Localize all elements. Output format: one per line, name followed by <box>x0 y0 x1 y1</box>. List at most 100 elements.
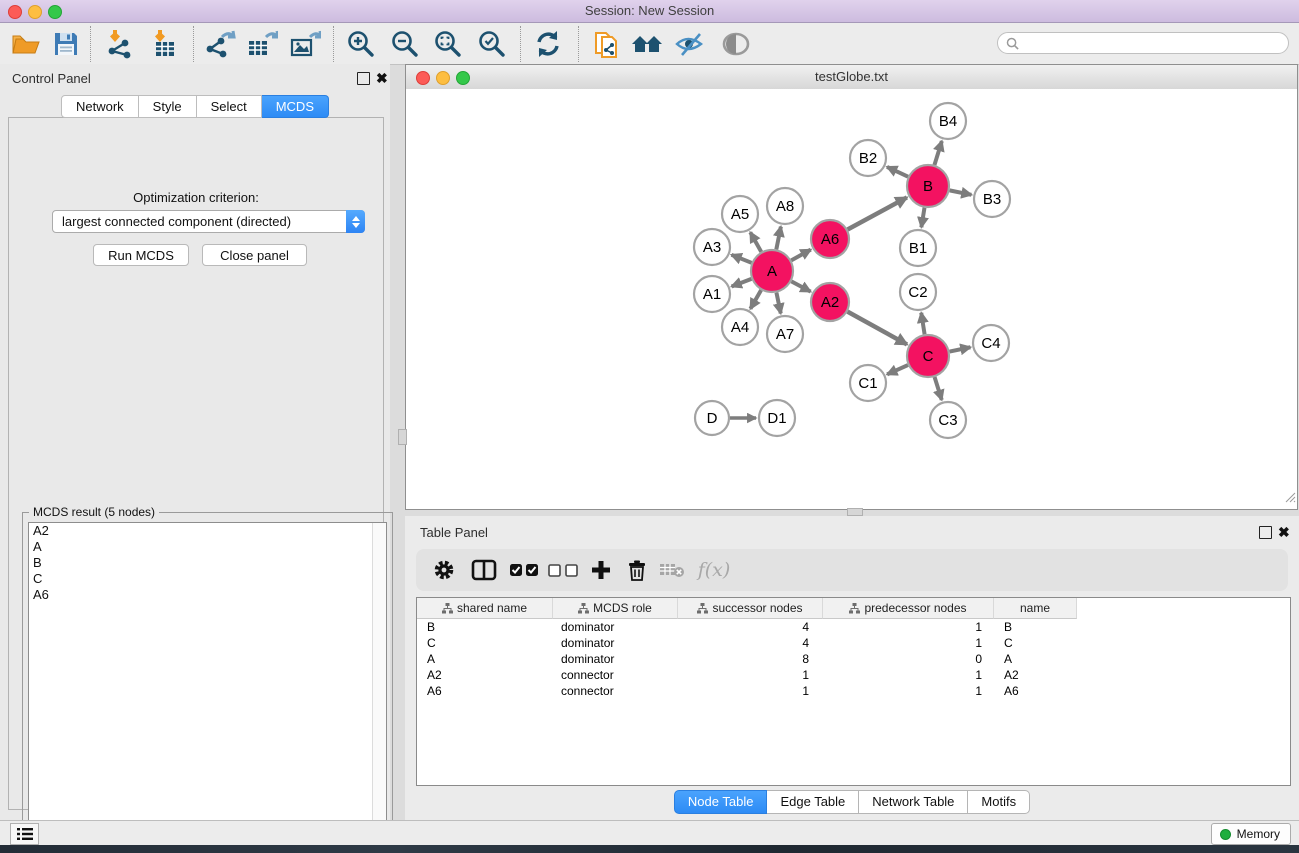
edge-A-A7[interactable] <box>776 293 780 314</box>
network-canvas[interactable]: B4B2BB3A5A8A6B1A3AA1C2A4A7A2C4CC1C3DD1 <box>406 89 1297 509</box>
table-row[interactable]: A6connector11A6 <box>417 683 1290 699</box>
float-panel-icon[interactable] <box>357 72 370 85</box>
column-header-successor-nodes[interactable]: successor nodes <box>678 598 823 619</box>
table-cell[interactable]: A2 <box>417 668 553 682</box>
select-all-checkboxes-icon[interactable] <box>508 549 542 591</box>
edge-B-B1[interactable] <box>921 208 924 228</box>
column-header-predecessor-nodes[interactable]: predecessor nodes <box>823 598 994 619</box>
zoom-fit-icon[interactable] <box>430 27 466 61</box>
table-cell[interactable]: C <box>417 636 553 650</box>
task-history-button[interactable] <box>10 823 39 845</box>
deselect-all-checkboxes-icon[interactable] <box>546 549 580 591</box>
node-A2[interactable]: A2 <box>811 283 849 321</box>
save-session-icon[interactable] <box>48 27 84 61</box>
node-C3[interactable]: C3 <box>930 402 966 438</box>
table-cell[interactable]: 4 <box>678 620 823 634</box>
list-item[interactable]: A <box>29 539 386 555</box>
tab-node-table[interactable]: Node Table <box>674 790 768 814</box>
resize-grip-icon[interactable] <box>1284 490 1296 508</box>
node-A5[interactable]: A5 <box>722 196 758 232</box>
splitter-handle-horizontal[interactable] <box>847 508 863 516</box>
search-input[interactable] <box>1023 35 1288 51</box>
table-cell[interactable]: A6 <box>417 684 553 698</box>
edge-A-A5[interactable] <box>750 232 761 252</box>
export-network-icon[interactable] <box>202 27 238 61</box>
list-item[interactable]: A6 <box>29 587 386 603</box>
node-A3[interactable]: A3 <box>694 229 730 265</box>
table-row[interactable]: Bdominator41B <box>417 619 1290 635</box>
node-A7[interactable]: A7 <box>767 316 803 352</box>
node-C2[interactable]: C2 <box>900 274 936 310</box>
zoom-in-icon[interactable] <box>343 27 379 61</box>
list-scrollbar[interactable] <box>372 523 386 848</box>
table-cell[interactable]: 1 <box>823 668 994 682</box>
close-table-panel-icon[interactable]: ✖ <box>1278 527 1290 538</box>
reset-layout-icon[interactable] <box>630 27 666 61</box>
function-builder-icon[interactable]: f(x) <box>692 549 736 591</box>
tab-select[interactable]: Select <box>197 95 262 118</box>
network-window-titlebar[interactable]: testGlobe.txt <box>406 65 1297 90</box>
list-item[interactable]: B <box>29 555 386 571</box>
network-graph[interactable]: B4B2BB3A5A8A6B1A3AA1C2A4A7A2C4CC1C3DD1 <box>406 89 1297 509</box>
show-panel-icon[interactable] <box>718 27 754 61</box>
edge-A2-C[interactable] <box>848 312 907 345</box>
zoom-out-icon[interactable] <box>387 27 423 61</box>
table-cell[interactable]: connector <box>553 668 678 682</box>
table-cell[interactable]: 1 <box>823 684 994 698</box>
settings-gear-icon[interactable] <box>430 549 458 591</box>
main-titlebar[interactable]: Session: New Session <box>0 0 1299 23</box>
clone-network-icon[interactable] <box>589 27 625 61</box>
refresh-icon[interactable] <box>530 27 566 61</box>
splitter-handle-vertical[interactable] <box>398 429 407 445</box>
run-mcds-button[interactable]: Run MCDS <box>93 244 189 266</box>
mcds-result-list[interactable]: A2ABCA6 <box>28 522 387 849</box>
node-table[interactable]: shared nameMCDS rolesuccessor nodesprede… <box>416 597 1291 786</box>
table-cell[interactable]: 1 <box>823 636 994 650</box>
open-folder-icon[interactable] <box>8 27 44 61</box>
zoom-selected-icon[interactable] <box>474 27 510 61</box>
edge-A-A1[interactable] <box>732 279 752 287</box>
export-image-icon[interactable] <box>287 27 323 61</box>
edge-C-C1[interactable] <box>887 365 908 374</box>
table-row[interactable]: A2connector11A2 <box>417 667 1290 683</box>
table-cell[interactable]: B <box>994 620 1077 634</box>
column-header-name[interactable]: name <box>994 598 1077 619</box>
column-header-MCDS-role[interactable]: MCDS role <box>553 598 678 619</box>
table-row[interactable]: Cdominator41C <box>417 635 1290 651</box>
node-B4[interactable]: B4 <box>930 103 966 139</box>
edge-A-A8[interactable] <box>776 227 781 250</box>
add-column-icon[interactable] <box>584 549 618 591</box>
table-cell[interactable]: A <box>417 652 553 666</box>
memory-button[interactable]: Memory <box>1211 823 1291 845</box>
node-A6[interactable]: A6 <box>811 220 849 258</box>
table-cell[interactable]: 0 <box>823 652 994 666</box>
tab-network-table[interactable]: Network Table <box>859 790 968 814</box>
node-C4[interactable]: C4 <box>973 325 1009 361</box>
hide-panel-icon[interactable] <box>672 27 708 61</box>
edge-A6-B[interactable] <box>848 197 907 229</box>
table-cell[interactable]: A6 <box>994 684 1077 698</box>
node-A[interactable]: A <box>751 250 793 292</box>
edge-A-A6[interactable] <box>791 250 810 261</box>
edge-C-C3[interactable] <box>935 377 942 400</box>
tab-style[interactable]: Style <box>139 95 197 118</box>
edge-A-A2[interactable] <box>791 281 810 291</box>
table-cell[interactable]: dominator <box>553 620 678 634</box>
node-D1[interactable]: D1 <box>759 400 795 436</box>
close-panel-button[interactable]: Close panel <box>202 244 307 266</box>
delete-column-trash-icon[interactable] <box>622 549 652 591</box>
tab-mcds[interactable]: MCDS <box>262 95 329 118</box>
edge-A-A4[interactable] <box>750 290 761 309</box>
edge-B-B2[interactable] <box>887 167 908 177</box>
table-cell[interactable]: A2 <box>994 668 1077 682</box>
delete-table-icon[interactable] <box>656 549 688 591</box>
node-B[interactable]: B <box>907 165 949 207</box>
table-cell[interactable]: A <box>994 652 1077 666</box>
split-view-icon[interactable] <box>468 549 500 591</box>
list-item[interactable]: A2 <box>29 523 386 539</box>
node-B2[interactable]: B2 <box>850 140 886 176</box>
optimization-criterion-select[interactable]: largest connected component (directed) <box>52 210 365 233</box>
close-panel-icon[interactable]: ✖ <box>376 73 388 84</box>
table-cell[interactable]: 4 <box>678 636 823 650</box>
edge-B-B4[interactable] <box>934 141 941 165</box>
